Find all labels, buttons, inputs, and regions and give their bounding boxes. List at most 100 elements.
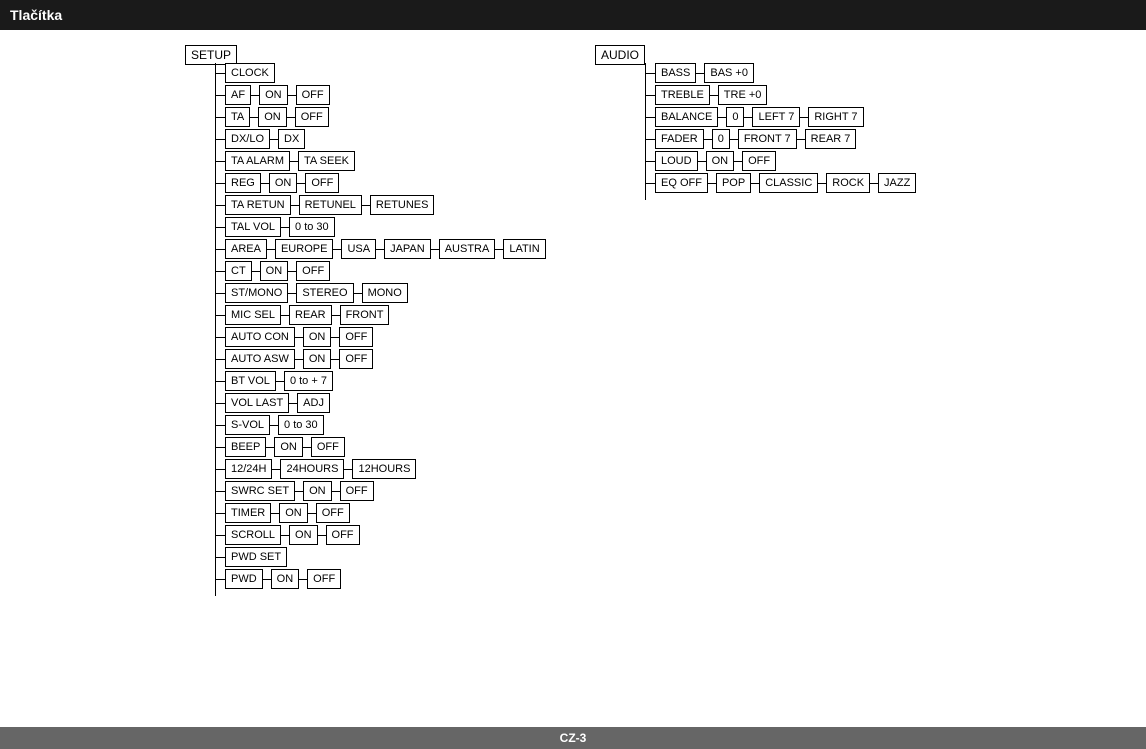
btn-balance-0[interactable]: 0: [726, 107, 744, 127]
btn-stmono-mono[interactable]: MONO: [362, 283, 408, 303]
setup-row-dxlo: DX/LO DX: [215, 129, 546, 149]
btn-stmono-stereo[interactable]: STEREO: [296, 283, 353, 303]
setup-row-bt-vol: BT VOL 0 to + 7: [215, 371, 546, 391]
btn-area-austra[interactable]: AUSTRA: [439, 239, 496, 259]
btn-ta-alarm-ta-seek[interactable]: TA SEEK: [298, 151, 355, 171]
label-bass[interactable]: BASS: [655, 63, 696, 83]
setup-row-auto-asw: AUTO ASW ON OFF: [215, 349, 546, 369]
btn-timer-on[interactable]: ON: [279, 503, 308, 523]
label-ct[interactable]: CT: [225, 261, 252, 281]
setup-row-12-24h: 12/24H 24HOURS 12HOURS: [215, 459, 546, 479]
label-pwd-set[interactable]: PWD SET: [225, 547, 287, 567]
btn-auto-con-on[interactable]: ON: [303, 327, 332, 347]
setup-row-s-vol: S-VOL 0 to 30: [215, 415, 546, 435]
audio-row-balance: BALANCE 0 LEFT 7 RIGHT 7: [645, 107, 916, 127]
label-auto-con[interactable]: AUTO CON: [225, 327, 295, 347]
label-timer[interactable]: TIMER: [225, 503, 271, 523]
label-af[interactable]: AF: [225, 85, 251, 105]
btn-bt-vol-0-to---7[interactable]: 0 to + 7: [284, 371, 333, 391]
btn-fader-0[interactable]: 0: [712, 129, 730, 149]
btn-area-latin[interactable]: LATIN: [503, 239, 545, 259]
btn-af-off[interactable]: OFF: [296, 85, 330, 105]
label-stmono[interactable]: ST/MONO: [225, 283, 288, 303]
footer-text: CZ-3: [560, 731, 587, 745]
btn-tal-vol-0-to-30[interactable]: 0 to 30: [289, 217, 335, 237]
btn-reg-on[interactable]: ON: [269, 173, 298, 193]
label-tal-vol[interactable]: TAL VOL: [225, 217, 281, 237]
btn-eq-off-rock[interactable]: ROCK: [826, 173, 870, 193]
btn-ct-off[interactable]: OFF: [296, 261, 330, 281]
btn-dxlo-dx[interactable]: DX: [278, 129, 305, 149]
label-ta[interactable]: TA: [225, 107, 250, 127]
label-bt-vol[interactable]: BT VOL: [225, 371, 276, 391]
title-bar: Tlačítka: [0, 0, 1146, 30]
btn-ta-off[interactable]: OFF: [295, 107, 329, 127]
btn-area-japan[interactable]: JAPAN: [384, 239, 431, 259]
btn-swrc-set-off[interactable]: OFF: [340, 481, 374, 501]
btn-auto-asw-off[interactable]: OFF: [339, 349, 373, 369]
btn-eq-off-pop[interactable]: POP: [716, 173, 751, 193]
btn-ta-retun-retunel[interactable]: RETUNEL: [299, 195, 362, 215]
btn-auto-con-off[interactable]: OFF: [339, 327, 373, 347]
btn-beep-on[interactable]: ON: [274, 437, 303, 457]
btn-pwd-on[interactable]: ON: [271, 569, 300, 589]
btn-12-24h-24hours[interactable]: 24HOURS: [280, 459, 344, 479]
label-loud[interactable]: LOUD: [655, 151, 698, 171]
btn-treble-tre--0[interactable]: TRE +0: [718, 85, 768, 105]
label-eq-off[interactable]: EQ OFF: [655, 173, 708, 193]
btn-ct-on[interactable]: ON: [260, 261, 289, 281]
label-12-24h[interactable]: 12/24H: [225, 459, 272, 479]
label-ta-alarm[interactable]: TA ALARM: [225, 151, 290, 171]
btn-scroll-off[interactable]: OFF: [326, 525, 360, 545]
btn-fader-front-7[interactable]: FRONT 7: [738, 129, 797, 149]
btn-area-usa[interactable]: USA: [341, 239, 376, 259]
label-beep[interactable]: BEEP: [225, 437, 266, 457]
btn-fader-rear-7[interactable]: REAR 7: [805, 129, 857, 149]
btn-beep-off[interactable]: OFF: [311, 437, 345, 457]
label-area[interactable]: AREA: [225, 239, 267, 259]
btn-scroll-on[interactable]: ON: [289, 525, 318, 545]
label-s-vol[interactable]: S-VOL: [225, 415, 270, 435]
setup-row-auto-con: AUTO CON ON OFF: [215, 327, 546, 347]
btn-balance-left-7[interactable]: LEFT 7: [752, 107, 800, 127]
btn-area-europe[interactable]: EUROPE: [275, 239, 333, 259]
label-fader[interactable]: FADER: [655, 129, 704, 149]
label-swrc-set[interactable]: SWRC SET: [225, 481, 295, 501]
label-vol-last[interactable]: VOL LAST: [225, 393, 289, 413]
btn-bass-bas--0[interactable]: BAS +0: [704, 63, 754, 83]
btn-balance-right-7[interactable]: RIGHT 7: [808, 107, 863, 127]
setup-row-ta-retun: TA RETUN RETUNEL RETUNES: [215, 195, 546, 215]
setup-row-ta-alarm: TA ALARM TA SEEK: [215, 151, 546, 171]
label-balance[interactable]: BALANCE: [655, 107, 718, 127]
label-scroll[interactable]: SCROLL: [225, 525, 281, 545]
label-pwd[interactable]: PWD: [225, 569, 263, 589]
setup-row-pwd-set: PWD SET: [215, 547, 546, 567]
btn-ta-on[interactable]: ON: [258, 107, 287, 127]
btn-loud-on[interactable]: ON: [706, 151, 735, 171]
label-dxlo[interactable]: DX/LO: [225, 129, 270, 149]
audio-label: AUDIO: [595, 45, 645, 65]
btn-loud-off[interactable]: OFF: [742, 151, 776, 171]
btn-af-on[interactable]: ON: [259, 85, 288, 105]
btn-mic-sel-rear[interactable]: REAR: [289, 305, 332, 325]
btn-12-24h-12hours[interactable]: 12HOURS: [352, 459, 416, 479]
label-mic-sel[interactable]: MIC SEL: [225, 305, 281, 325]
label-ta-retun[interactable]: TA RETUN: [225, 195, 291, 215]
label-auto-asw[interactable]: AUTO ASW: [225, 349, 295, 369]
btn-ta-retun-retunes[interactable]: RETUNES: [370, 195, 435, 215]
btn-pwd-off[interactable]: OFF: [307, 569, 341, 589]
btn-eq-off-jazz[interactable]: JAZZ: [878, 173, 916, 193]
label-reg[interactable]: REG: [225, 173, 261, 193]
btn-reg-off[interactable]: OFF: [305, 173, 339, 193]
btn-s-vol-0-to-30[interactable]: 0 to 30: [278, 415, 324, 435]
btn-eq-off-classic[interactable]: CLASSIC: [759, 173, 818, 193]
btn-auto-asw-on[interactable]: ON: [303, 349, 332, 369]
label-treble[interactable]: TREBLE: [655, 85, 710, 105]
btn-mic-sel-front[interactable]: FRONT: [340, 305, 390, 325]
setup-row-vol-last: VOL LAST ADJ: [215, 393, 546, 413]
btn-swrc-set-on[interactable]: ON: [303, 481, 332, 501]
btn-vol-last-adj[interactable]: ADJ: [297, 393, 330, 413]
btn-timer-off[interactable]: OFF: [316, 503, 350, 523]
setup-row-af: AF ON OFF: [215, 85, 546, 105]
label-clock[interactable]: CLOCK: [225, 63, 275, 83]
